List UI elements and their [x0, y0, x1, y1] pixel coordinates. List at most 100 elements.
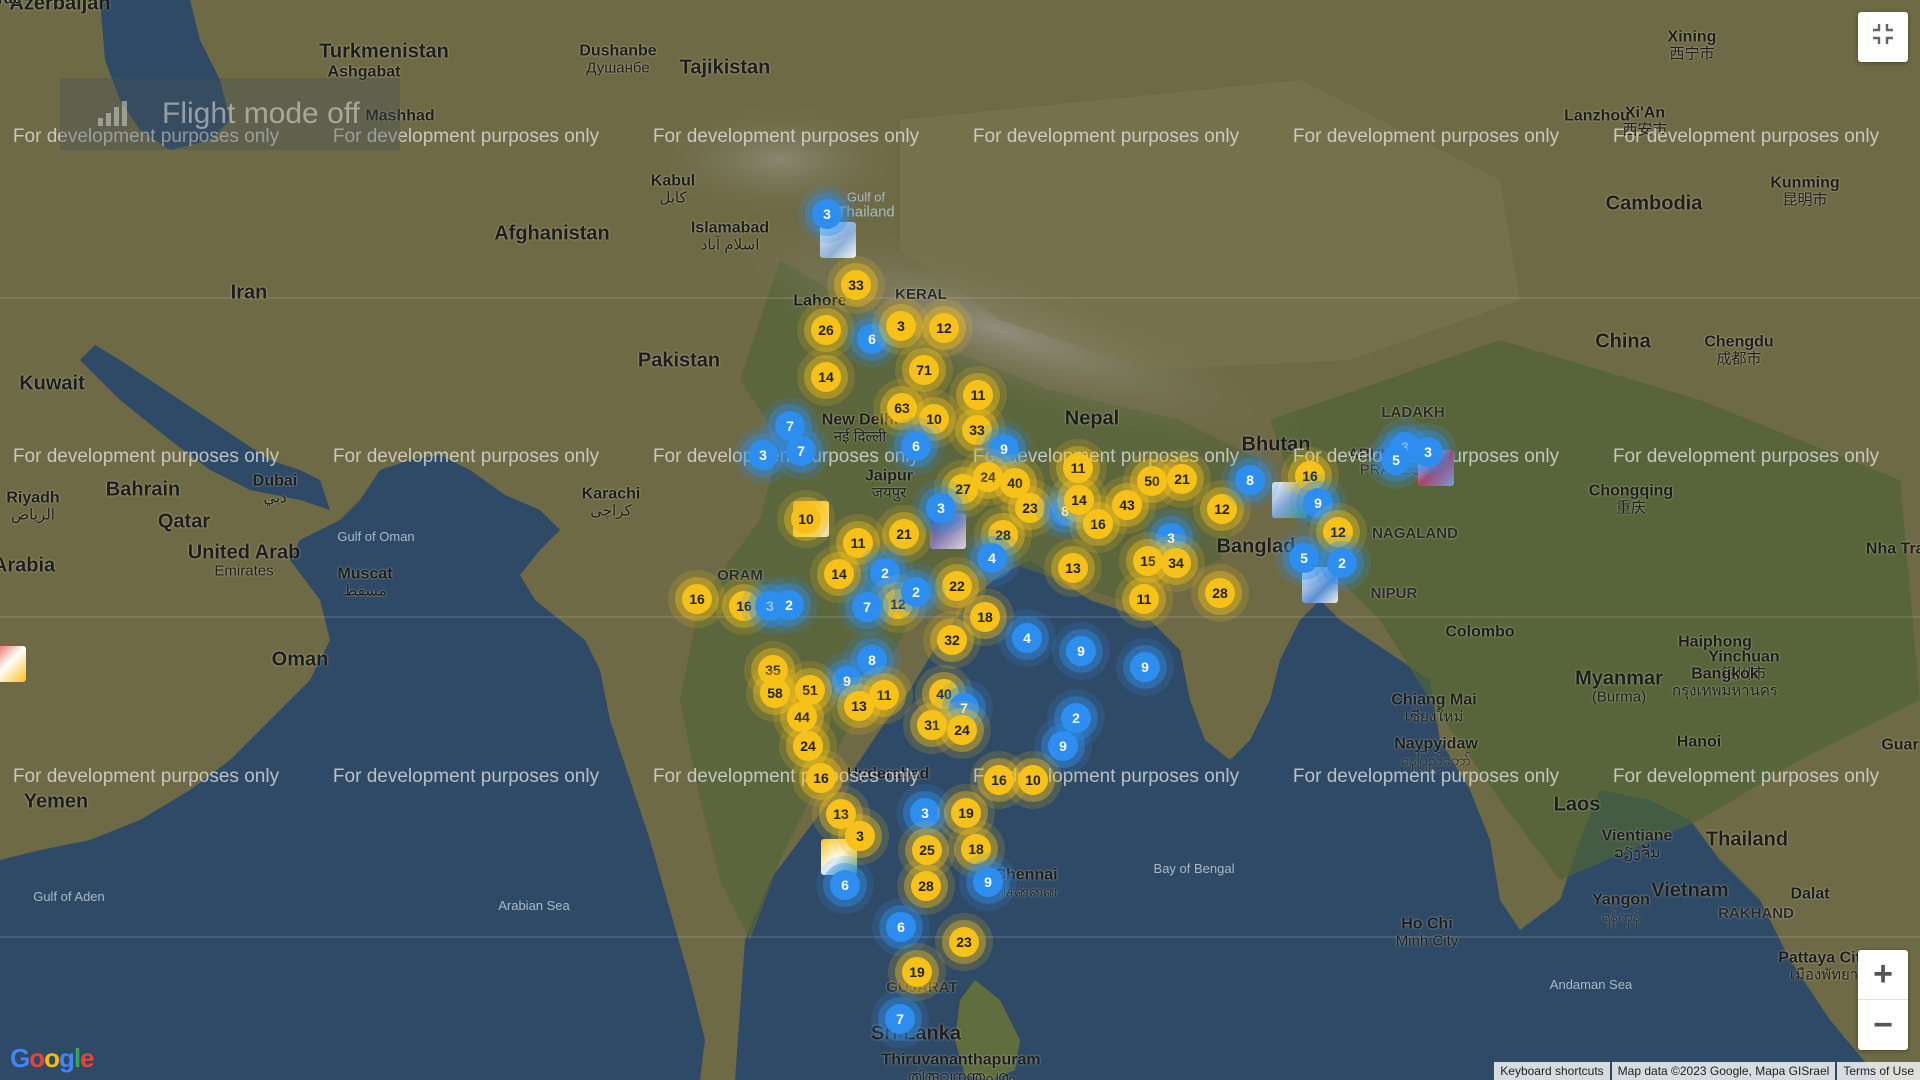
cluster-marker[interactable]: 23 — [949, 927, 979, 957]
cluster-marker[interactable]: 13 — [844, 691, 874, 721]
cluster-marker[interactable]: 19 — [951, 798, 981, 828]
cluster-marker[interactable]: 6 — [886, 912, 916, 942]
cluster-marker[interactable]: 12 — [1207, 494, 1237, 524]
cluster-marker[interactable]: 2 — [1327, 548, 1357, 578]
cluster-marker[interactable]: 24 — [947, 715, 977, 745]
terms-of-use-link[interactable]: Terms of Use — [1837, 1062, 1920, 1080]
cluster-marker[interactable]: 7 — [885, 1004, 915, 1034]
place-label-text: Kuwait — [19, 372, 85, 395]
cluster-marker[interactable]: 28 — [1205, 578, 1235, 608]
cluster-marker[interactable]: 16 — [984, 765, 1014, 795]
cluster-marker[interactable]: 3 — [845, 821, 875, 851]
cluster-marker[interactable]: 3 — [748, 440, 778, 470]
cluster-marker[interactable]: 18 — [961, 834, 991, 864]
cluster-marker[interactable]: 5 — [1289, 543, 1319, 573]
cluster-marker[interactable]: 9 — [989, 434, 1019, 464]
cluster-marker[interactable]: 4 — [977, 543, 1007, 573]
cluster-marker[interactable]: 33 — [841, 270, 871, 300]
cluster-marker[interactable]: 6 — [857, 324, 887, 354]
cluster-marker[interactable]: 9 — [1066, 636, 1096, 666]
cluster-marker[interactable]: 43 — [1112, 490, 1142, 520]
cluster-marker[interactable]: 22 — [942, 571, 972, 601]
zoom-out-button[interactable]: − — [1858, 1000, 1908, 1050]
cluster-marker[interactable]: 5 — [1381, 445, 1411, 475]
place-label: United Arab Emirates — [188, 542, 301, 580]
place-label-text: Thailand — [1705, 828, 1789, 851]
cluster-marker[interactable]: 7 — [786, 436, 816, 466]
cluster-marker[interactable]: 9 — [973, 867, 1003, 897]
cluster-marker[interactable]: 6 — [830, 870, 860, 900]
keyboard-shortcuts-link[interactable]: Keyboard shortcuts — [1494, 1062, 1610, 1080]
cluster-marker[interactable]: 6 — [901, 431, 931, 461]
cluster-marker[interactable]: 4 — [1012, 623, 1042, 653]
cluster-marker[interactable]: 9 — [1303, 488, 1333, 518]
cluster-marker[interactable]: 21 — [1167, 464, 1197, 494]
cluster-marker[interactable]: 11 — [1129, 584, 1159, 614]
cluster-marker[interactable]: 19 — [902, 957, 932, 987]
cluster-marker[interactable]: 13 — [1058, 553, 1088, 583]
cluster-marker[interactable]: 11 — [1063, 453, 1093, 483]
exit-fullscreen-button[interactable] — [1858, 12, 1908, 62]
cluster-marker[interactable]: 8 — [857, 645, 887, 675]
cluster-marker[interactable]: 25 — [912, 835, 942, 865]
cluster-marker[interactable]: 3 — [1413, 437, 1443, 467]
cluster-marker[interactable]: 15 — [1133, 546, 1163, 576]
zoom-in-button[interactable]: + — [1858, 950, 1908, 1000]
cluster-marker[interactable]: 10 — [1018, 765, 1048, 795]
cluster-marker[interactable]: 9 — [1048, 731, 1078, 761]
place-label: Cambodia — [1606, 193, 1703, 215]
cluster-marker[interactable]: 18 — [970, 602, 1000, 632]
cluster-marker[interactable]: 2 — [774, 590, 804, 620]
watermark-text: For development purposes only — [1292, 766, 1560, 787]
cluster-marker[interactable]: 11 — [963, 380, 993, 410]
cluster-marker[interactable]: 24 — [793, 731, 823, 761]
cluster-marker[interactable]: 16 — [806, 763, 836, 793]
cluster-marker[interactable]: 16 — [682, 584, 712, 614]
cluster-marker[interactable]: 14 — [824, 559, 854, 589]
cluster-marker[interactable]: 12 — [1323, 517, 1353, 547]
cluster-marker[interactable]: 58 — [760, 678, 790, 708]
watermark-text: For development purposes only — [1612, 766, 1880, 787]
cluster-marker[interactable]: 14 — [1064, 485, 1094, 515]
cluster-marker[interactable]: 51 — [795, 675, 825, 705]
cluster-marker[interactable]: 3 — [910, 798, 940, 828]
cluster-marker[interactable]: 44 — [787, 702, 817, 732]
cluster-marker[interactable]: 26 — [811, 315, 841, 345]
photo-marker[interactable] — [0, 646, 26, 682]
cluster-marker[interactable]: 71 — [909, 355, 939, 385]
map-canvas[interactable]: Azerbaijan Turkmenistan Ashgabat Dushanbe Ду… — [0, 0, 1920, 1080]
cluster-marker[interactable]: 2 — [901, 577, 931, 607]
cluster-marker[interactable]: 16 — [1083, 509, 1113, 539]
cluster-marker[interactable]: 28 — [911, 871, 941, 901]
place-label: Dalat — [1790, 886, 1829, 904]
cluster-marker[interactable]: 2 — [1061, 703, 1091, 733]
cluster-marker[interactable]: 9 — [1130, 652, 1160, 682]
cluster-marker[interactable]: 10 — [791, 504, 821, 534]
cluster-marker[interactable]: 7 — [852, 592, 882, 622]
cluster-marker[interactable]: 33 — [962, 415, 992, 445]
cluster-marker[interactable]: 10 — [919, 404, 949, 434]
cluster-marker[interactable]: 34 — [1161, 548, 1191, 578]
cluster-marker[interactable]: 50 — [1137, 466, 1167, 496]
place-label-text: Laos — [1553, 793, 1601, 816]
cluster-marker[interactable]: 14 — [811, 362, 841, 392]
cluster-marker[interactable]: 63 — [887, 393, 917, 423]
place-label-text: NAGALAND — [1372, 525, 1458, 543]
cluster-marker[interactable]: 32 — [937, 625, 967, 655]
cluster-marker[interactable]: 12 — [929, 313, 959, 343]
cluster-marker[interactable]: 3 — [812, 199, 842, 229]
cluster-marker[interactable]: 2 — [870, 558, 900, 588]
place-label-text: Chongqing — [1588, 482, 1674, 500]
cluster-marker[interactable]: 31 — [917, 710, 947, 740]
google-logo[interactable]: Google — [10, 1043, 95, 1074]
cluster-marker[interactable]: 8 — [1235, 465, 1265, 495]
cluster-marker[interactable]: 21 — [889, 519, 919, 549]
place-label-subtext: 昆明市 — [1782, 191, 1828, 209]
cluster-marker[interactable]: 16 — [1295, 461, 1325, 491]
cluster-marker[interactable]: 11 — [843, 528, 873, 558]
place-label-text: ORAM — [717, 567, 763, 585]
cluster-marker[interactable]: 3 — [926, 493, 956, 523]
watermark-text: For development purposes only — [972, 126, 1240, 147]
cluster-marker[interactable]: 3 — [886, 311, 916, 341]
cluster-marker[interactable]: 23 — [1015, 493, 1045, 523]
